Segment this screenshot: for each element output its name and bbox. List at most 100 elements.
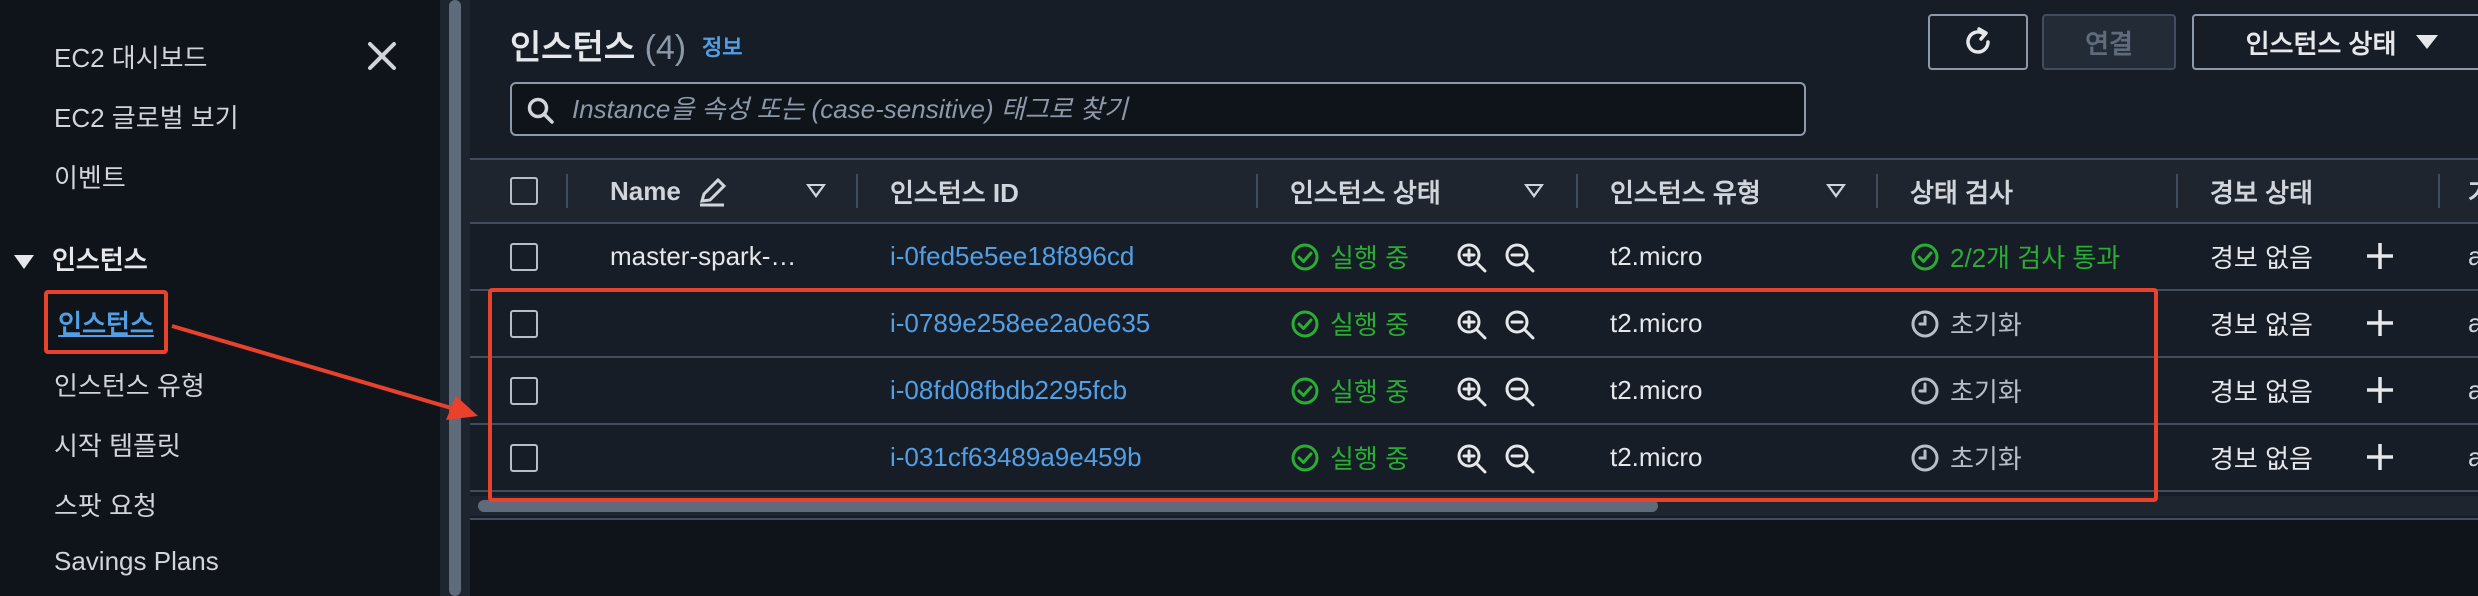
instance-state: 실행 중: [1290, 224, 1409, 289]
zoom-out-icon[interactable]: [1504, 376, 1536, 408]
column-divider: [1876, 174, 1878, 208]
table-row[interactable]: i-0789e258ee2a0e635 실행 중 t2.micro 초기화 경보…: [470, 291, 2478, 358]
column-divider: [2438, 174, 2440, 208]
sidebar-scrollbar[interactable]: [440, 0, 470, 596]
instance-id-link[interactable]: i-0789e258ee2a0e635: [890, 291, 1150, 356]
sidebar: EC2 대시보드 EC2 글로벌 보기 이벤트 인스턴스 인스턴스 인스턴스 유…: [0, 0, 440, 596]
sidebar-item-spot-requests[interactable]: 스팟 요청: [54, 486, 157, 523]
plus-icon[interactable]: [2364, 441, 2396, 473]
row-checkbox[interactable]: [510, 310, 538, 338]
column-header-instance-id[interactable]: 인스턴스 ID: [890, 160, 1019, 222]
sidebar-item-ec2-dashboard[interactable]: EC2 대시보드: [54, 38, 207, 75]
zoom-in-icon[interactable]: [1456, 309, 1488, 341]
instance-name: master-spark-…: [610, 241, 797, 271]
status-check: 초기화: [1910, 291, 2022, 356]
row-checkbox[interactable]: [510, 444, 538, 472]
clock-icon: [1911, 377, 1939, 404]
column-header-name[interactable]: Name: [610, 160, 681, 222]
table-row[interactable]: i-08fd08fbdb2295fcb 실행 중 t2.micro 초기화 경보…: [470, 358, 2478, 425]
plus-icon[interactable]: [2364, 374, 2396, 406]
table-header: Name 인스턴스 ID 인스턴스 상태 인스턴스 유형 상태 검사 경보 상태…: [470, 158, 2478, 224]
zoom-out-icon[interactable]: [1504, 309, 1536, 341]
search-input[interactable]: [572, 93, 1804, 125]
zoom-in-icon[interactable]: [1456, 376, 1488, 408]
column-header-alarm-status[interactable]: 경보 상태: [2210, 160, 2313, 222]
search-bar: [510, 82, 1806, 136]
select-all-checkbox[interactable]: [510, 177, 538, 205]
column-divider: [1256, 174, 1258, 208]
status-check-text: 초기화: [1950, 444, 2022, 474]
search-icon: [527, 97, 554, 124]
instance-state-text: 실행 중: [1330, 444, 1409, 474]
scrollbar-thumb[interactable]: [449, 0, 461, 596]
edit-icon[interactable]: [696, 176, 728, 208]
sidebar-item-ec2-global-view[interactable]: EC2 글로벌 보기: [54, 98, 239, 135]
close-icon[interactable]: [362, 36, 402, 76]
instance-type: t2.micro: [1610, 308, 1703, 338]
sidebar-item-instances[interactable]: 인스턴스: [44, 290, 168, 354]
zoom-in-icon[interactable]: [1456, 443, 1488, 475]
instances-panel: 인스턴스 (4) 정보 연결 인스턴스 상태 Name: [470, 0, 2478, 596]
column-header-status-check[interactable]: 상태 검사: [1910, 160, 2013, 222]
instance-state-text: 실행 중: [1330, 310, 1409, 340]
sidebar-section-instances[interactable]: 인스턴스: [14, 240, 148, 277]
refresh-icon: [1966, 27, 1990, 54]
row-checkbox[interactable]: [510, 243, 538, 271]
instance-type: t2.micro: [1610, 375, 1703, 405]
sort-icon[interactable]: [1826, 184, 1846, 198]
horizontal-scrollbar[interactable]: [470, 496, 2478, 516]
instance-state: 실행 중: [1290, 291, 1409, 356]
instance-state-text: 실행 중: [1330, 377, 1409, 407]
alarm-status: 경보 없음: [2210, 444, 2313, 474]
cut-off-cell: a: [2468, 308, 2478, 338]
column-header-cut-off[interactable]: 가: [2468, 160, 2478, 222]
table-row[interactable]: master-spark-… i-0fed5e5ee18f896cd 실행 중 …: [470, 224, 2478, 291]
plus-icon[interactable]: [2364, 240, 2396, 272]
zoom-in-icon[interactable]: [1456, 242, 1488, 274]
column-divider: [1576, 174, 1578, 208]
clock-icon: [1911, 444, 1939, 471]
instance-state: 실행 중: [1290, 425, 1409, 490]
zoom-out-icon[interactable]: [1504, 443, 1536, 475]
instance-state-label: 인스턴스 상태: [2245, 28, 2397, 59]
instance-id-link[interactable]: i-031cf63489a9e459b: [890, 425, 1142, 490]
column-header-name-label: Name: [610, 175, 681, 206]
connect-button[interactable]: 연결: [2042, 14, 2176, 70]
page-title-text: 인스턴스: [510, 29, 636, 67]
sidebar-item-savings-plans[interactable]: Savings Plans: [54, 546, 219, 577]
sidebar-item-instance-types[interactable]: 인스턴스 유형: [54, 366, 205, 403]
check-circle-icon: [1291, 310, 1319, 337]
instance-count: (4): [644, 29, 687, 67]
status-check: 초기화: [1910, 358, 2022, 423]
clock-icon: [1911, 310, 1939, 337]
column-header-instance-state[interactable]: 인스턴스 상태: [1290, 160, 1441, 222]
caret-down-icon: [2416, 35, 2439, 49]
check-circle-icon: [1911, 243, 1939, 270]
check-circle-icon: [1291, 243, 1319, 270]
instance-id-link[interactable]: i-08fd08fbdb2295fcb: [890, 358, 1127, 423]
zoom-out-icon[interactable]: [1504, 242, 1536, 274]
check-circle-icon: [1291, 377, 1319, 404]
column-divider: [856, 174, 858, 208]
sort-icon[interactable]: [806, 184, 826, 198]
sidebar-item-launch-templates[interactable]: 시작 템플릿: [54, 426, 181, 463]
instance-state-text: 실행 중: [1330, 243, 1409, 273]
column-header-instance-type[interactable]: 인스턴스 유형: [1610, 160, 1761, 222]
row-checkbox[interactable]: [510, 377, 538, 405]
table-row[interactable]: i-031cf63489a9e459b 실행 중 t2.micro 초기화 경보…: [470, 425, 2478, 492]
cut-off-cell: a: [2468, 375, 2478, 405]
sidebar-item-events[interactable]: 이벤트: [54, 158, 126, 195]
plus-icon[interactable]: [2364, 307, 2396, 339]
scrollbar-thumb[interactable]: [478, 500, 1658, 512]
instance-id-link[interactable]: i-0fed5e5ee18f896cd: [890, 224, 1134, 289]
instance-state-dropdown[interactable]: 인스턴스 상태: [2192, 14, 2478, 70]
status-check: 2/2개 검사 통과: [1910, 224, 2120, 289]
instance-type: t2.micro: [1610, 442, 1703, 472]
info-link[interactable]: 정보: [702, 30, 742, 62]
page-title: 인스턴스 (4): [510, 20, 686, 69]
sort-icon[interactable]: [1524, 184, 1544, 198]
alarm-status: 경보 없음: [2210, 377, 2313, 407]
alarm-status: 경보 없음: [2210, 310, 2313, 340]
cut-off-cell: a: [2468, 241, 2478, 271]
refresh-button[interactable]: [1928, 14, 2028, 70]
